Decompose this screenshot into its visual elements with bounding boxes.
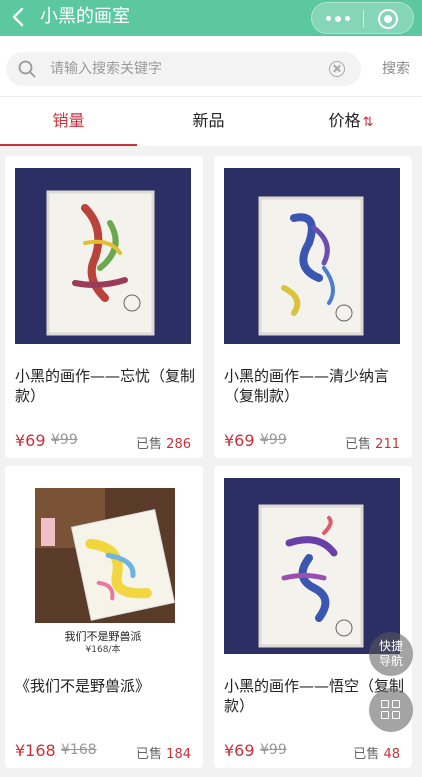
product-image: [224, 478, 400, 654]
sold-label: 已售: [136, 747, 163, 762]
product-card[interactable]: 小黑的画作——清少纳言（复制款） ¥69 ¥99 已售 211: [214, 156, 412, 458]
original-price: ¥99: [260, 742, 287, 758]
sold-count: 已售 286: [136, 433, 191, 452]
original-price: ¥168: [61, 742, 97, 758]
sold-count: 已售 184: [136, 743, 191, 762]
sold-label: 已售: [136, 437, 163, 452]
tab-new[interactable]: 新品: [140, 97, 277, 145]
capsule-divider: [363, 10, 364, 28]
quick-nav-label: 快捷导航: [378, 639, 403, 668]
sold-count: 已售 48: [353, 743, 400, 762]
book-caption-price: ¥168/本: [85, 645, 121, 654]
product-image: 我们不是野兽派 ¥168/本: [15, 478, 191, 654]
tab-sales[interactable]: 销量: [0, 97, 137, 145]
sold-number: 211: [375, 437, 400, 452]
mini-program-close-icon[interactable]: [378, 9, 398, 29]
sold-label: 已售: [345, 437, 372, 452]
page-title: 小黑的画室: [40, 6, 130, 27]
sold-number: 286: [166, 437, 191, 452]
sort-tabs: 销量 新品 价格 ⇅: [0, 96, 422, 146]
sold-number: 184: [166, 747, 191, 762]
product-card[interactable]: 我们不是野兽派 ¥168/本 《我们不是野兽派》 ¥168 ¥168 已售 18…: [5, 466, 203, 768]
tab-price-label: 价格: [328, 111, 361, 130]
search-icon: [18, 60, 36, 78]
product-price: ¥69: [224, 741, 255, 760]
original-price: ¥99: [260, 432, 287, 448]
tab-active-indicator: [0, 144, 137, 146]
original-price: ¥99: [51, 432, 78, 448]
quick-nav-button[interactable]: 快捷导航: [369, 632, 413, 676]
product-name: 小黑的画作——清少纳言（复制款）: [224, 367, 390, 405]
sold-label: 已售: [353, 747, 380, 762]
product-image: [224, 168, 400, 344]
sold-count: 已售 211: [345, 433, 400, 452]
grid-icon: [381, 700, 401, 720]
product-price: ¥168: [15, 741, 56, 760]
clear-icon[interactable]: [329, 61, 345, 77]
product-price: ¥69: [15, 431, 46, 450]
grid-menu-button[interactable]: [369, 688, 413, 732]
more-dots-icon[interactable]: [326, 15, 350, 22]
sold-number: 48: [383, 747, 400, 762]
title-bar: 小黑的画室: [0, 0, 422, 36]
product-name: 《我们不是野兽派》: [15, 677, 151, 695]
sort-icon: ⇅: [362, 115, 374, 130]
mini-program-capsule: [311, 2, 414, 34]
tab-price[interactable]: 价格 ⇅: [280, 97, 422, 145]
product-price: ¥69: [224, 431, 255, 450]
chevron-left-icon[interactable]: [8, 6, 30, 28]
search-button[interactable]: 搜索: [376, 57, 416, 81]
product-image: [15, 168, 191, 344]
product-card[interactable]: 小黑的画作——忘忧（复制款） ¥69 ¥99 已售 286: [5, 156, 203, 458]
product-name: 小黑的画作——忘忧（复制款）: [15, 367, 196, 405]
search-input[interactable]: [50, 58, 320, 80]
